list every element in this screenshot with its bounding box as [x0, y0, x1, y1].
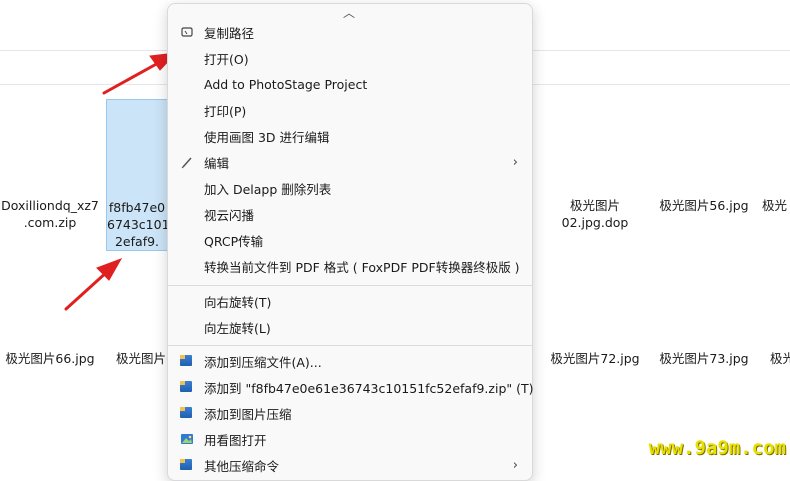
menu-separator [168, 285, 532, 286]
menu-item-open-viewer[interactable]: 用看图打开 [168, 426, 532, 452]
menu-item-label: 其他压缩命令 [204, 458, 280, 474]
menu-separator [168, 345, 532, 346]
menu-item-other-compress[interactable]: 其他压缩命令 › [168, 452, 532, 478]
menu-item-open[interactable]: 打开(O) [168, 45, 532, 71]
menu-item-photostage[interactable]: Add to PhotoStage Project [168, 71, 532, 97]
menu-item-label: Add to PhotoStage Project [204, 76, 368, 92]
arrow-top [102, 60, 162, 95]
menu-item-label: 视云闪播 [204, 207, 255, 223]
menu-item-label: 打开(O) [204, 51, 249, 67]
menu-item-label: 编辑 [204, 155, 230, 171]
archive-icon [180, 406, 194, 420]
pencil-icon [180, 155, 194, 169]
menu-item-label: 使用画图 3D 进行编辑 [204, 129, 330, 145]
menu-item-label: 复制路径 [204, 25, 255, 41]
menu-item-label: 添加到图片压缩 [204, 406, 292, 422]
menu-item-add-zip[interactable]: 添加到 "f8fb47e0e61e36743c10151fc52efaf9.zi… [168, 374, 534, 400]
menu-item-convert-pdf[interactable]: 转换当前文件到 PDF 格式 ( FoxPDF PDF转换器终极版 ) [168, 253, 532, 279]
menu-item-print[interactable]: 打印(P) [168, 97, 532, 123]
image-viewer-icon [180, 432, 194, 446]
menu-item-image-compress[interactable]: 添加到图片压缩 [168, 400, 532, 426]
menu-item-label: 向右旋转(T) [204, 294, 272, 310]
menu-item-label: 转换当前文件到 PDF 格式 ( FoxPDF PDF转换器终极版 ) [204, 259, 520, 275]
context-menu: ︿ 复制路径 打开(O) Add to PhotoStage Project 打… [167, 3, 534, 481]
menu-item-rotate-right[interactable]: 向右旋转(T) [168, 288, 532, 314]
menu-item-label: QRCP传输 [204, 233, 264, 249]
watermark-text: www.9a9m.com [648, 437, 786, 459]
menu-item-label: 添加到 "f8fb47e0e61e36743c10151fc52efaf9.zi… [204, 380, 534, 396]
archive-icon [180, 458, 194, 472]
menu-item-qrcp[interactable]: QRCP传输 [168, 227, 532, 253]
menu-item-add-archive[interactable]: 添加到压缩文件(A)... [168, 348, 532, 374]
chevron-right-icon: › [512, 154, 518, 170]
menu-item-label: 加入 Delapp 删除列表 [204, 181, 332, 197]
menu-item-label: 打印(P) [204, 103, 247, 119]
copy-path-icon [180, 25, 194, 39]
arrow-bottom [64, 269, 110, 311]
archive-icon [180, 354, 194, 368]
menu-item-edit[interactable]: 编辑 › [168, 149, 532, 175]
chevron-right-icon: › [512, 457, 518, 473]
menu-item-shiyun[interactable]: 视云闪播 [168, 201, 532, 227]
menu-item-label: 向左旋转(L) [204, 320, 271, 336]
menu-item-copy-path[interactable]: 复制路径 [168, 19, 532, 45]
menu-item-delapp[interactable]: 加入 Delapp 删除列表 [168, 175, 532, 201]
menu-item-label: 用看图打开 [204, 432, 267, 448]
archive-icon [180, 380, 194, 394]
menu-item-label: 添加到压缩文件(A)... [204, 354, 322, 370]
menu-item-rotate-left[interactable]: 向左旋转(L) [168, 314, 532, 340]
menu-item-paint3d[interactable]: 使用画图 3D 进行编辑 [168, 123, 532, 149]
